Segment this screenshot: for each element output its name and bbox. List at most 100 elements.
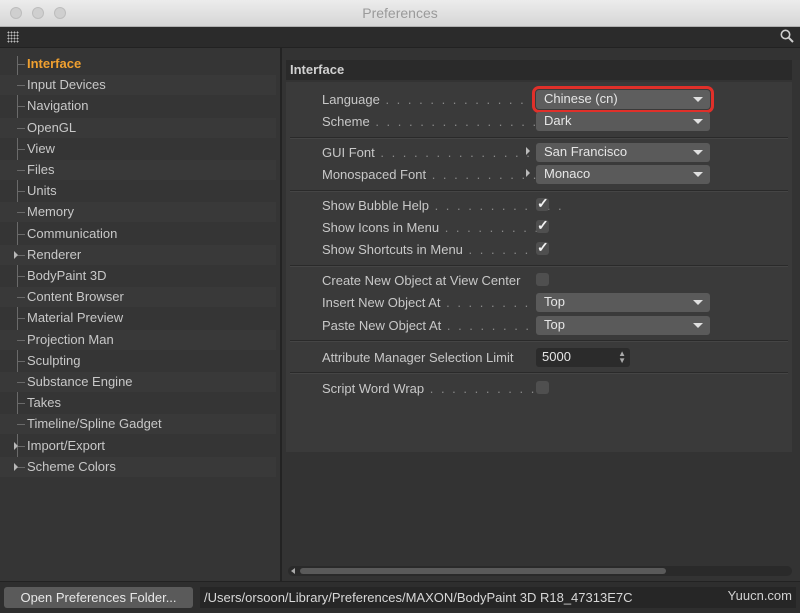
open-preferences-folder-button[interactable]: Open Preferences Folder... (4, 587, 193, 608)
tree-connector (17, 276, 25, 277)
checkmark-icon: ✓ (537, 239, 549, 255)
sidebar-item-label: Navigation (27, 98, 89, 114)
sidebar-item-opengl[interactable]: OpenGL (0, 117, 276, 138)
sidebar-item-material-preview[interactable]: Material Preview (0, 308, 276, 328)
tree-connector (17, 403, 25, 405)
tree-connector (17, 445, 25, 447)
sidebar-item-communication[interactable]: Communication (0, 224, 276, 244)
title-bar: Preferences (0, 0, 800, 27)
sidebar-item-label: Input Devices (27, 77, 106, 93)
insert-at-dropdown[interactable]: Top (536, 293, 710, 312)
tree-connector (17, 64, 25, 65)
sidebar-item-files[interactable]: Files (0, 160, 276, 180)
main-panel: Interface Language . . . . . . . . . . .… (282, 48, 800, 581)
tree-connector (17, 382, 25, 383)
chevron-down-icon (693, 97, 703, 102)
shortcuts-menu-checkbox[interactable]: ✓ (536, 239, 549, 255)
grip-icon[interactable] (7, 31, 19, 43)
bubble-help-label: Show Bubble Help . . . . . . . . . . . . (322, 198, 564, 213)
sidebar-item-projection-man[interactable]: Projection Man (0, 329, 276, 350)
sidebar-item-label: Import/Export (27, 437, 106, 453)
tree-connector (17, 424, 25, 426)
gui-font-dropdown[interactable]: San Francisco (536, 143, 710, 162)
tree-connector (17, 297, 25, 299)
sidebar-item-label: Content Browser (27, 289, 124, 305)
sidebar-item-label: BodyPaint 3D (27, 268, 107, 283)
sidebar-item-memory[interactable]: Memory (0, 202, 276, 223)
expand-arrow-icon[interactable] (14, 462, 18, 471)
footer: Open Preferences Folder... /Users/orsoon… (0, 581, 800, 613)
sidebar-item-timeline-spline-gadget[interactable]: Timeline/Spline Gadget (0, 414, 276, 435)
sidebar-item-view[interactable]: View (0, 139, 276, 159)
sidebar-item-label: Memory (27, 204, 74, 220)
tree-connector (17, 233, 25, 235)
sidebar-item-label: Substance Engine (27, 374, 133, 389)
tree-connector (17, 254, 25, 256)
submenu-arrow-icon[interactable] (526, 147, 530, 155)
toolbar (0, 27, 800, 48)
sidebar-item-scheme-colors[interactable]: Scheme Colors (0, 456, 276, 477)
sidebar-item-takes[interactable]: Takes (0, 393, 276, 413)
chevron-down-icon (693, 323, 703, 328)
sidebar-item-import-export[interactable]: Import/Export (0, 436, 276, 456)
expand-arrow-icon[interactable] (14, 441, 18, 450)
chevron-down-icon (693, 150, 703, 155)
expand-arrow-icon[interactable] (14, 250, 18, 259)
sidebar-item-label: Files (27, 162, 55, 177)
submenu-arrow-icon[interactable] (526, 169, 530, 177)
sidebar-item-units[interactable]: Units (0, 181, 276, 201)
scheme-dropdown[interactable]: Dark (536, 112, 710, 131)
attr-limit-input[interactable]: 5000 ▲ ▼ (536, 348, 630, 367)
tree-connector (17, 170, 25, 171)
language-dropdown[interactable]: Chinese (cn) (532, 86, 714, 113)
section-header: Interface (286, 60, 792, 80)
tree-connector (17, 127, 25, 129)
sidebar-item-label: Renderer (27, 246, 82, 262)
sidebar-item-sculpting[interactable]: Sculpting (0, 351, 276, 371)
scrollbar-thumb[interactable] (300, 568, 666, 574)
horizontal-scrollbar[interactable] (288, 566, 792, 576)
sidebar-item-label: View (27, 140, 55, 156)
search-icon[interactable] (779, 28, 795, 44)
paste-at-label: Paste New Object At . . . . . . . . . . … (322, 318, 565, 333)
scroll-left-icon[interactable] (291, 568, 295, 574)
sidebar-item-label: Takes (27, 395, 61, 411)
gui-font-label: GUI Font . . . . . . . . . . . . . . (322, 145, 532, 160)
sidebar-item-interface[interactable]: Interface (0, 54, 276, 74)
stepper-icon[interactable]: ▲ ▼ (618, 350, 626, 365)
sidebar: Interface Input Devices Navigation OpenGL Vi… (0, 48, 282, 581)
chevron-down-icon (693, 300, 703, 305)
chevron-down-icon (693, 119, 703, 124)
sidebar-item-navigation[interactable]: Navigation (0, 96, 276, 116)
sidebar-item-substance-engine[interactable]: Substance Engine (0, 372, 276, 392)
tree-connector (17, 191, 25, 193)
preferences-path: /Users/orsoon/Library/Preferences/MAXON/… (200, 587, 796, 608)
sidebar-item-label: Communication (27, 225, 118, 241)
tree-connector (17, 318, 25, 320)
sidebar-item-label: Projection Man (27, 331, 114, 347)
bubble-help-checkbox[interactable]: ✓ (536, 195, 549, 211)
sidebar-item-renderer[interactable]: Renderer (0, 244, 276, 265)
tree-connector (17, 339, 25, 341)
word-wrap-checkbox[interactable] (536, 381, 549, 394)
mono-font-dropdown[interactable]: Monaco (536, 165, 710, 184)
view-center-checkbox[interactable] (536, 273, 549, 286)
divider (290, 340, 788, 342)
window-title: Preferences (362, 5, 438, 21)
paste-at-dropdown[interactable]: Top (536, 316, 710, 335)
checkmark-icon: ✓ (537, 217, 549, 233)
tree-connector (17, 360, 25, 362)
attr-limit-label: Attribute Manager Selection Limit (322, 350, 514, 365)
sidebar-item-label: OpenGL (27, 119, 77, 135)
divider (290, 137, 788, 139)
sidebar-item-bodypaint-3d[interactable]: BodyPaint 3D (0, 266, 276, 286)
watermark: Yuucn.com (727, 588, 792, 603)
icons-menu-checkbox[interactable]: ✓ (536, 217, 549, 233)
tree-connector (17, 148, 25, 150)
sidebar-item-label: Sculpting (27, 352, 81, 368)
sidebar-item-content-browser[interactable]: Content Browser (0, 287, 276, 308)
sidebar-item-input-devices[interactable]: Input Devices (0, 75, 276, 96)
sidebar-item-label: Timeline/Spline Gadget (27, 416, 162, 432)
divider (290, 372, 788, 374)
tree-connector (17, 466, 25, 468)
